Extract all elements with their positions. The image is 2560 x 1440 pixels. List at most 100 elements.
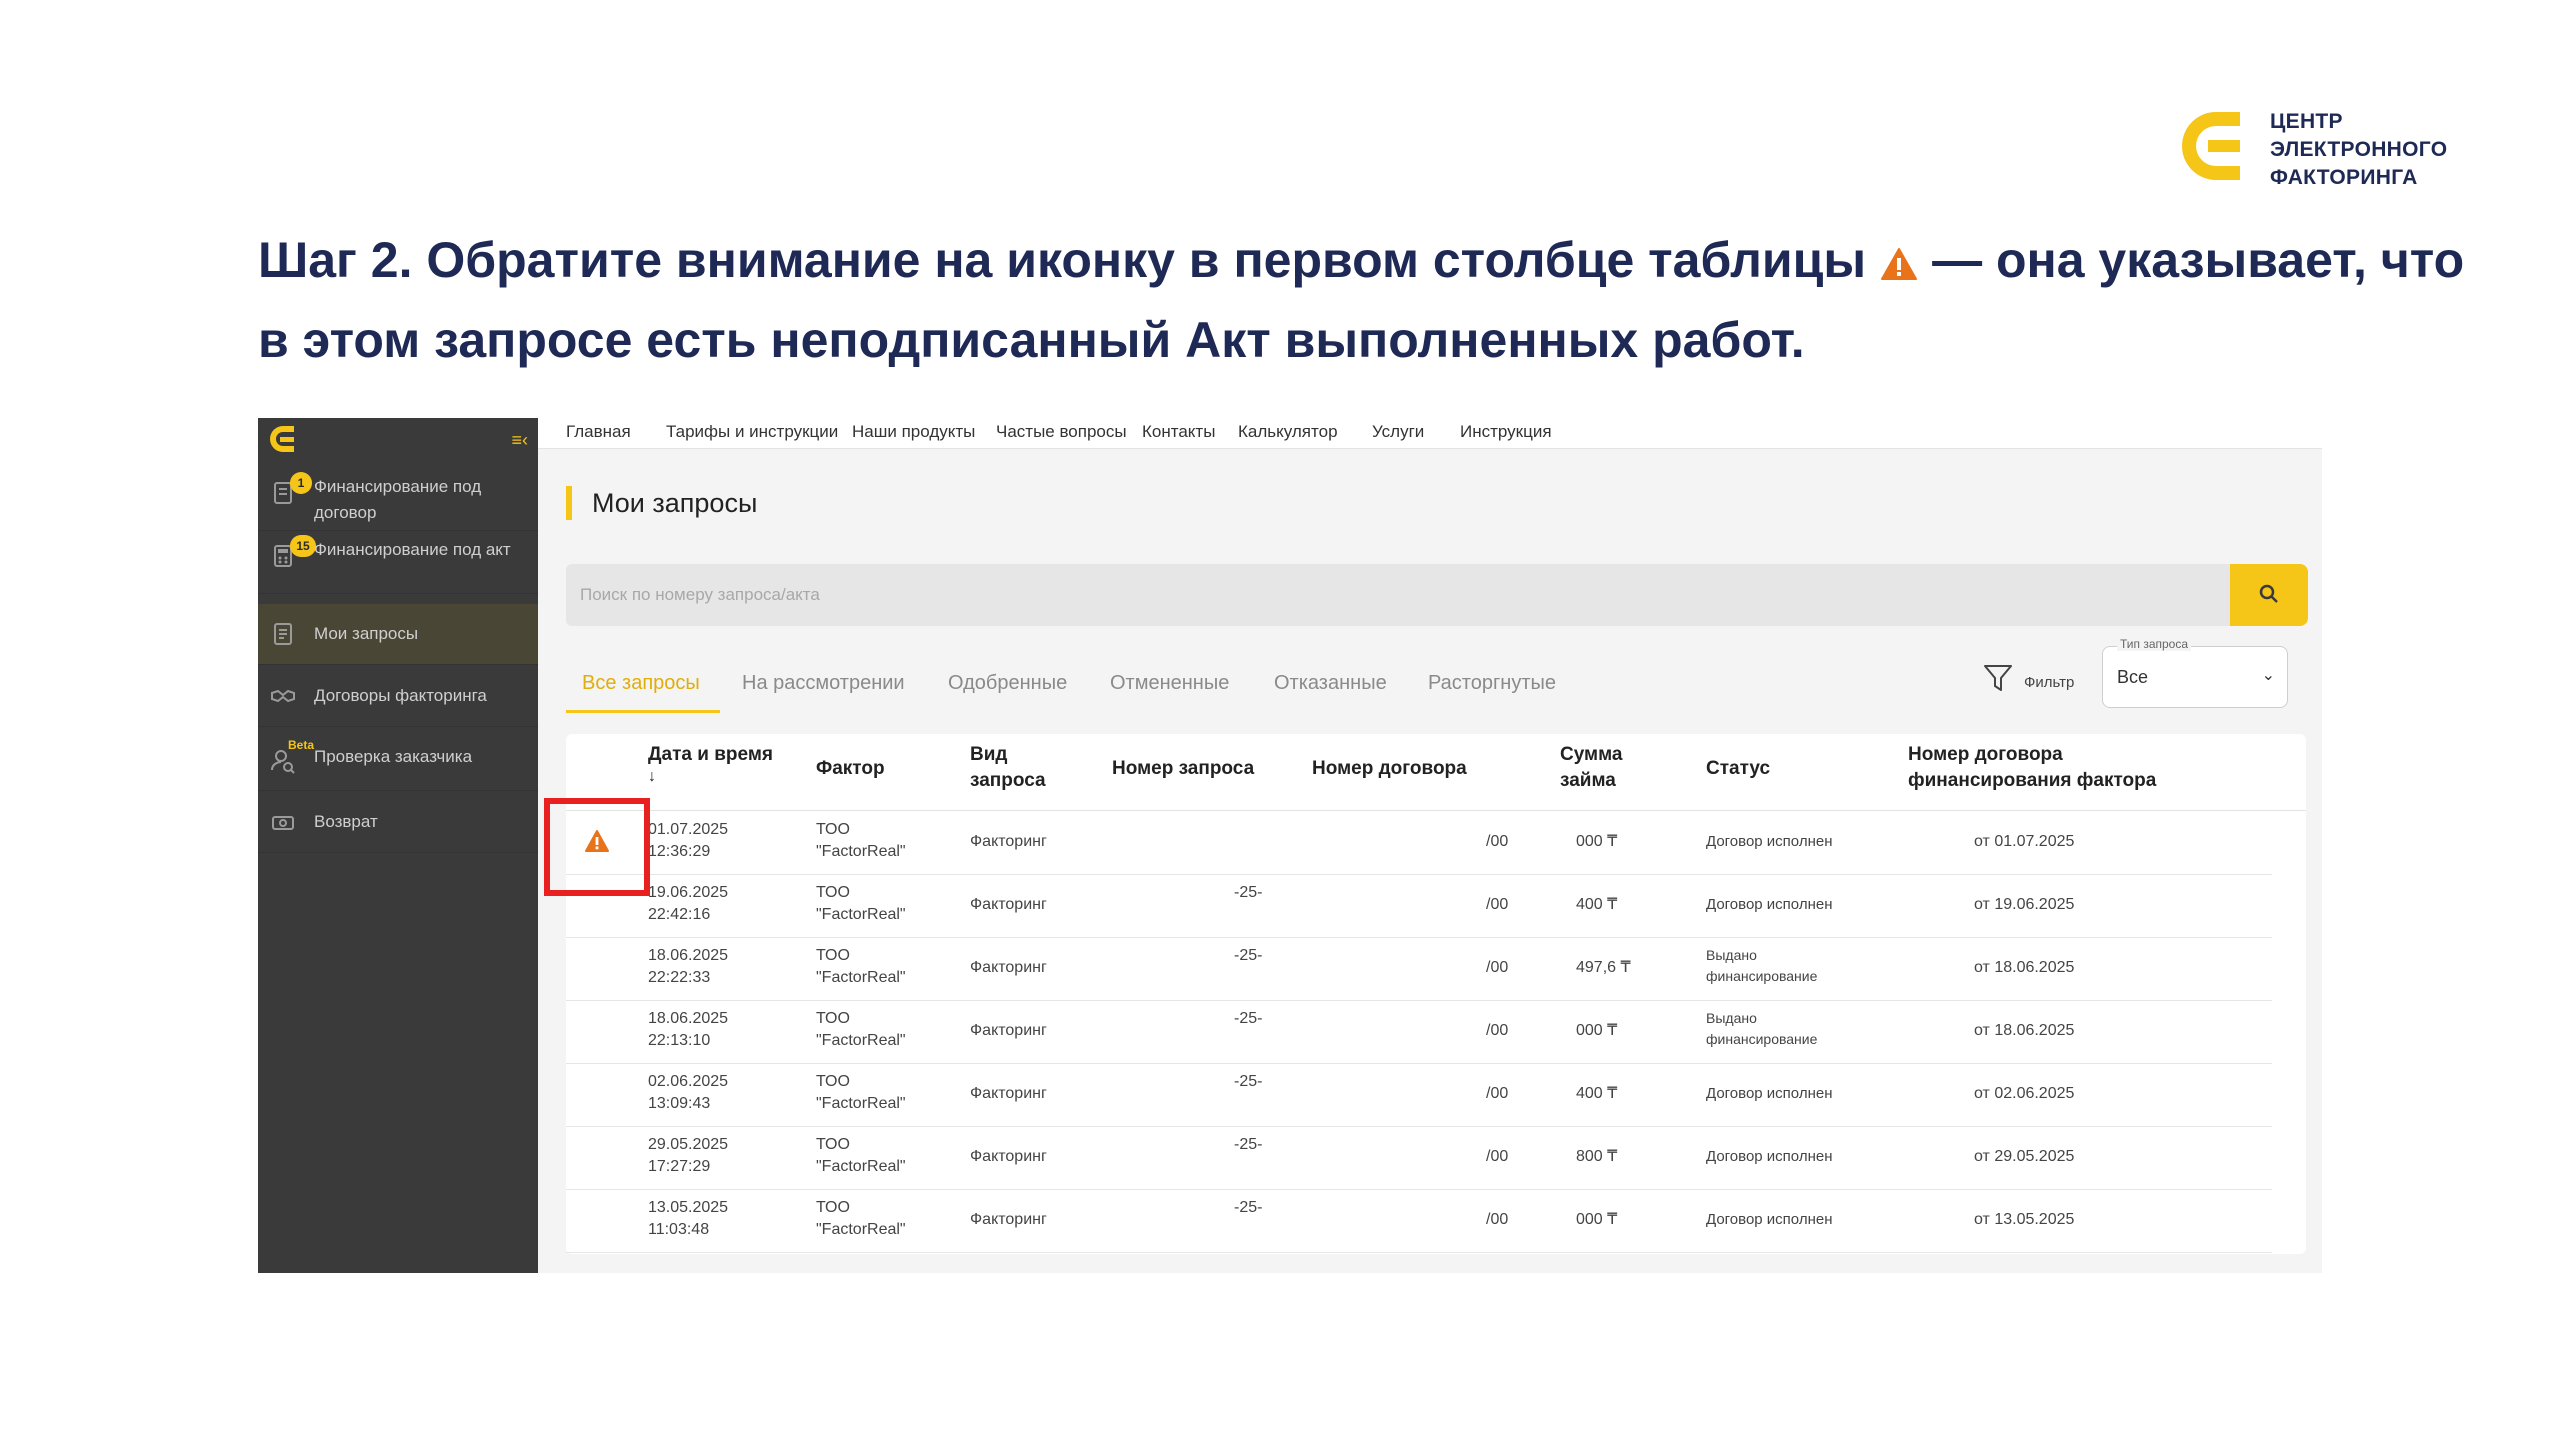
sidebar-item-refund[interactable]: Возврат [258,792,538,853]
nav-tariffs[interactable]: Тарифы и инструкции [666,422,838,442]
cell-loan-sum: 400 ₸ [1576,1085,1618,1102]
requests-icon [274,623,292,645]
brand-name: ЦЕНТР ЭЛЕКТРОННОГО ФАКТОРИНГА [2270,110,2448,189]
cell-financing-contract: от 29.05.2025 [1974,1148,2075,1165]
table-row[interactable]: 18.06.2025 22:13:10 ТОО "FactorReal" Фактори… [566,1000,2272,1064]
sidebar-item-label: Договоры факторинга [314,686,487,705]
filter-label: Фильтр [2024,674,2075,691]
badge-count: 1 [290,472,312,494]
cell-request-type: Факторинг [970,1022,1047,1039]
cell-request-number[interactable]: -25- [1234,1071,1262,1093]
cell-factor: ТОО "FactorReal" [816,884,906,923]
nav-services[interactable]: Услуги [1372,422,1424,442]
cell-factor: ТОО "FactorReal" [816,1073,906,1112]
active-tab-underline [566,710,720,713]
money-return-icon [272,816,294,830]
chevron-down-icon: ⌄ [2261,667,2275,684]
col-request-number: Номер запроса [1112,758,1255,779]
request-tabs: Все запросы На рассмотрении Одобренные О… [566,666,1766,716]
tab-approved[interactable]: Одобренные [948,672,1067,695]
requests-table: Дата и время ↓ Фактор Вид запроса Номер з… [566,734,2306,1254]
cell-contract-number: /00 [1486,1211,1509,1228]
cell-contract-number: /00 [1486,1148,1509,1165]
cell-request-type: Факторинг [970,959,1047,976]
cell-financing-contract: от 18.06.2025 [1974,1022,2075,1039]
nav-home[interactable]: Главная [566,422,631,442]
sidebar-item-my-requests[interactable]: Мои запросы [258,604,538,665]
sidebar-item-contract-financing[interactable]: 1 Финансирование под договор [258,468,538,531]
nav-contacts[interactable]: Контакты [1142,422,1215,442]
search-icon [2259,584,2278,603]
cell-request-number[interactable]: -25- [1234,1134,1262,1156]
cell-financing-contract: от 19.06.2025 [1974,896,2075,913]
app-logo-icon[interactable] [268,424,298,454]
cell-datetime: 13.05.2025 11:03:48 [648,1199,729,1238]
brand-logo-icon [2182,112,2240,180]
cell-status: Договор исполнен [1706,1148,1833,1165]
cell-loan-sum: 000 ₸ [1576,833,1618,850]
user-search-icon [271,750,295,774]
cell-financing-contract: от 18.06.2025 [1974,959,2075,976]
slide-title: Шаг 2. Обратите внимание на иконку в пер… [258,222,2478,378]
table-row[interactable]: 01.07.2025 12:36:29 ТОО "FactorReal" Фактори… [566,811,2272,875]
search-button[interactable] [2230,564,2308,626]
table-row[interactable]: 18.06.2025 22:22:33 ТОО "FactorReal" Фактори… [566,937,2272,1001]
cell-factor: ТОО "FactorReal" [816,947,906,986]
cell-status: Договор исполнен [1706,896,1833,913]
cell-request-type: Факторинг [970,1148,1047,1165]
highlight-box [544,798,650,896]
cell-request-type: Факторинг [970,896,1047,913]
sidebar: ≡‹ 1 Финансирование под договор 15 Финан… [258,418,538,1273]
sort-arrow-icon: ↓ [648,768,656,785]
cell-request-type: Факторинг [970,833,1047,850]
cell-contract-number: /00 [1486,833,1509,850]
tab-under-review[interactable]: На рассмотрении [742,672,905,695]
cell-factor: ТОО "FactorReal" [816,821,906,860]
tab-cancelled[interactable]: Отмененные [1110,672,1229,695]
badge-count: 15 [290,535,316,557]
tab-terminated[interactable]: Расторгнутые [1428,672,1556,695]
col-date[interactable]: Дата и время ↓ [648,742,773,786]
slide-title-part1: Шаг 2. Обратите внимание на иконку в пер… [258,232,1867,288]
cell-request-number[interactable]: -25- [1234,945,1262,967]
search-bar [566,564,2310,626]
cell-request-number[interactable]: -25- [1234,882,1262,904]
search-input[interactable] [566,564,2230,626]
cell-loan-sum: 000 ₸ [1576,1022,1618,1039]
cell-status: Выдано финансирование [1706,1010,1818,1047]
cell-factor: ТОО "FactorReal" [816,1010,906,1049]
tab-rejected[interactable]: Отказанные [1274,672,1387,695]
sidebar-item-act-financing[interactable]: 15 Финансирование под акт [258,531,538,594]
sidebar-item-label: Проверка заказчика [314,747,473,766]
cell-contract-number: /00 [1486,959,1509,976]
table-row[interactable]: 19.06.2025 22:42:16 ТОО "FactorReal" Фактори… [566,874,2272,938]
request-type-label: Тип запроса [2117,637,2192,651]
cell-datetime: 29.05.2025 17:27:29 [648,1136,729,1175]
nav-calculator[interactable]: Калькулятор [1238,422,1338,442]
sidebar-item-label: Мои запросы [314,624,419,643]
table-row[interactable]: 02.06.2025 13:09:43 ТОО "FactorReal" Фактори… [566,1063,2272,1127]
nav-products[interactable]: Наши продукты [852,422,975,442]
nav-instruction[interactable]: Инструкция [1460,422,1552,442]
table-row[interactable]: 13.05.2025 11:03:48 ТОО "FactorReal" Фактори… [566,1189,2272,1253]
cell-request-type: Факторинг [970,1085,1047,1102]
sidebar-collapse-icon[interactable]: ≡‹ [512,430,529,451]
cell-contract-number: /00 [1486,1022,1509,1039]
sidebar-item-factoring-contracts[interactable]: Договоры факторинга [258,666,538,727]
cell-financing-contract: от 02.06.2025 [1974,1085,2075,1102]
cell-request-number[interactable]: -25- [1234,1197,1262,1219]
table-row[interactable]: 29.05.2025 17:27:29 ТОО "FactorReal" Фактори… [566,1126,2272,1190]
col-request-type: Вид запроса [970,744,1046,791]
cell-status: Выдано финансирование [1706,947,1818,984]
request-type-select[interactable]: Тип запроса Все ⌄ [2102,637,2288,708]
nav-faq[interactable]: Частые вопросы [996,422,1127,442]
sidebar-item-customer-check[interactable]: Beta Проверка заказчика [258,728,538,791]
brand-logo-block: ЦЕНТР ЭЛЕКТРОННОГО ФАКТОРИНГА [2178,108,2478,189]
cell-request-number[interactable]: -25- [1234,1008,1262,1030]
col-contract-number: Номер договора [1312,758,1467,779]
cell-datetime: 02.06.2025 13:09:43 [648,1073,729,1112]
tab-all-requests[interactable]: Все запросы [582,672,700,695]
col-factor: Фактор [816,758,885,779]
cell-financing-contract: от 01.07.2025 [1974,833,2075,850]
cell-loan-sum: 400 ₸ [1576,896,1618,913]
